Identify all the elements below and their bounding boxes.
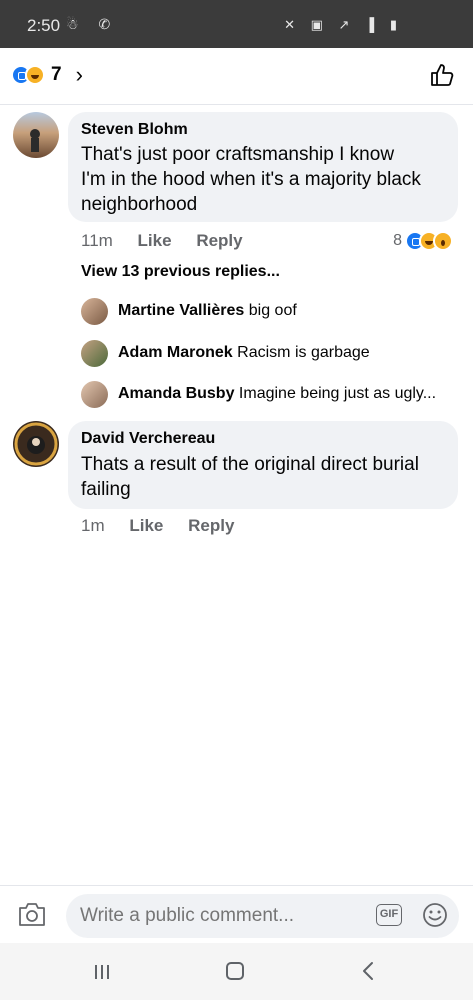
avatar-adam-maronek[interactable] xyxy=(81,340,108,367)
avatar-martine-vallieres[interactable] xyxy=(81,298,108,325)
home-icon[interactable] xyxy=(226,962,244,980)
reply-text: Racism is garbage xyxy=(237,344,370,361)
avatar-amanda-busby[interactable] xyxy=(81,381,108,408)
emoji-icon[interactable] xyxy=(422,902,448,928)
comment-line: failing xyxy=(81,479,131,500)
back-icon[interactable] xyxy=(360,961,376,981)
comment-author[interactable]: Steven Blohm xyxy=(81,121,188,139)
chevron-right-icon: › xyxy=(75,62,83,87)
comment-composer: GIF xyxy=(0,885,473,944)
comment-author[interactable]: David Verchereau xyxy=(81,430,215,448)
comment-bubble[interactable]: David Verchereau Thats a result of the o… xyxy=(68,421,458,509)
system-nav-bar xyxy=(0,943,473,1000)
reply-row[interactable]: Martine Vallières big oof xyxy=(118,302,297,320)
reply-row[interactable]: Adam Maronek Racism is garbage xyxy=(118,344,370,362)
comment-bubble[interactable]: Steven Blohm That's just poor craftsmans… xyxy=(68,112,458,222)
haha-icon xyxy=(25,65,45,85)
comment-reactions[interactable]: 8 xyxy=(393,231,453,251)
recents-icon[interactable] xyxy=(93,963,111,981)
comment-line: That's just poor craftsmanship I know xyxy=(81,144,395,165)
gif-icon[interactable]: GIF xyxy=(376,904,402,926)
reaction-count: 7 xyxy=(51,64,62,85)
comments-sheet: 7 › Steven Blohm That's just poor crafts… xyxy=(0,48,473,943)
status-time: 2:50 xyxy=(27,16,61,35)
comment-time: 11m xyxy=(81,231,113,250)
reply-author[interactable]: Amanda Busby xyxy=(118,385,234,402)
reply-row[interactable]: Amanda Busby Imagine being just as ugly.… xyxy=(118,385,436,403)
status-system-icons: ✕ ▣ ↗ ▐ ▮ xyxy=(284,17,403,32)
status-notification-icons: ☃ ✆ xyxy=(66,16,119,32)
thumbs-up-icon[interactable] xyxy=(429,62,455,88)
status-bar: 2:50 ☃ ✆ ✕ ▣ ↗ ▐ ▮ xyxy=(0,0,473,48)
comment-reaction-count: 8 xyxy=(393,232,402,249)
avatar-badge xyxy=(14,422,58,466)
reply-text: Imagine being just as ugly... xyxy=(238,385,437,402)
comment-meta: 11m Like Reply xyxy=(81,231,263,251)
avatar-david-verchereau[interactable] xyxy=(13,421,59,467)
reaction-summary[interactable]: 7 › xyxy=(11,64,83,86)
avatar-photo xyxy=(30,129,40,152)
comment-meta: 1m Like Reply xyxy=(81,516,254,536)
avatar-steven-blohm[interactable] xyxy=(13,112,59,158)
comment-line: neighborhood xyxy=(81,194,198,215)
reply-author[interactable]: Adam Maronek xyxy=(118,344,233,361)
reply-text: big oof xyxy=(248,302,297,319)
like-button[interactable]: Like xyxy=(129,516,163,535)
comment-time: 1m xyxy=(81,516,105,535)
camera-icon[interactable] xyxy=(18,901,46,927)
like-button[interactable]: Like xyxy=(138,231,172,250)
sheet-header: 7 › xyxy=(0,48,473,105)
wow-icon xyxy=(433,231,453,251)
view-previous-replies[interactable]: View 13 previous replies... xyxy=(81,263,280,281)
reply-author[interactable]: Martine Vallières xyxy=(118,302,244,319)
reply-button[interactable]: Reply xyxy=(196,231,242,250)
comment-line: Thats a result of the original direct bu… xyxy=(81,454,419,475)
reply-button[interactable]: Reply xyxy=(188,516,234,535)
comment-line: I'm in the hood when it's a majority bla… xyxy=(81,169,421,190)
